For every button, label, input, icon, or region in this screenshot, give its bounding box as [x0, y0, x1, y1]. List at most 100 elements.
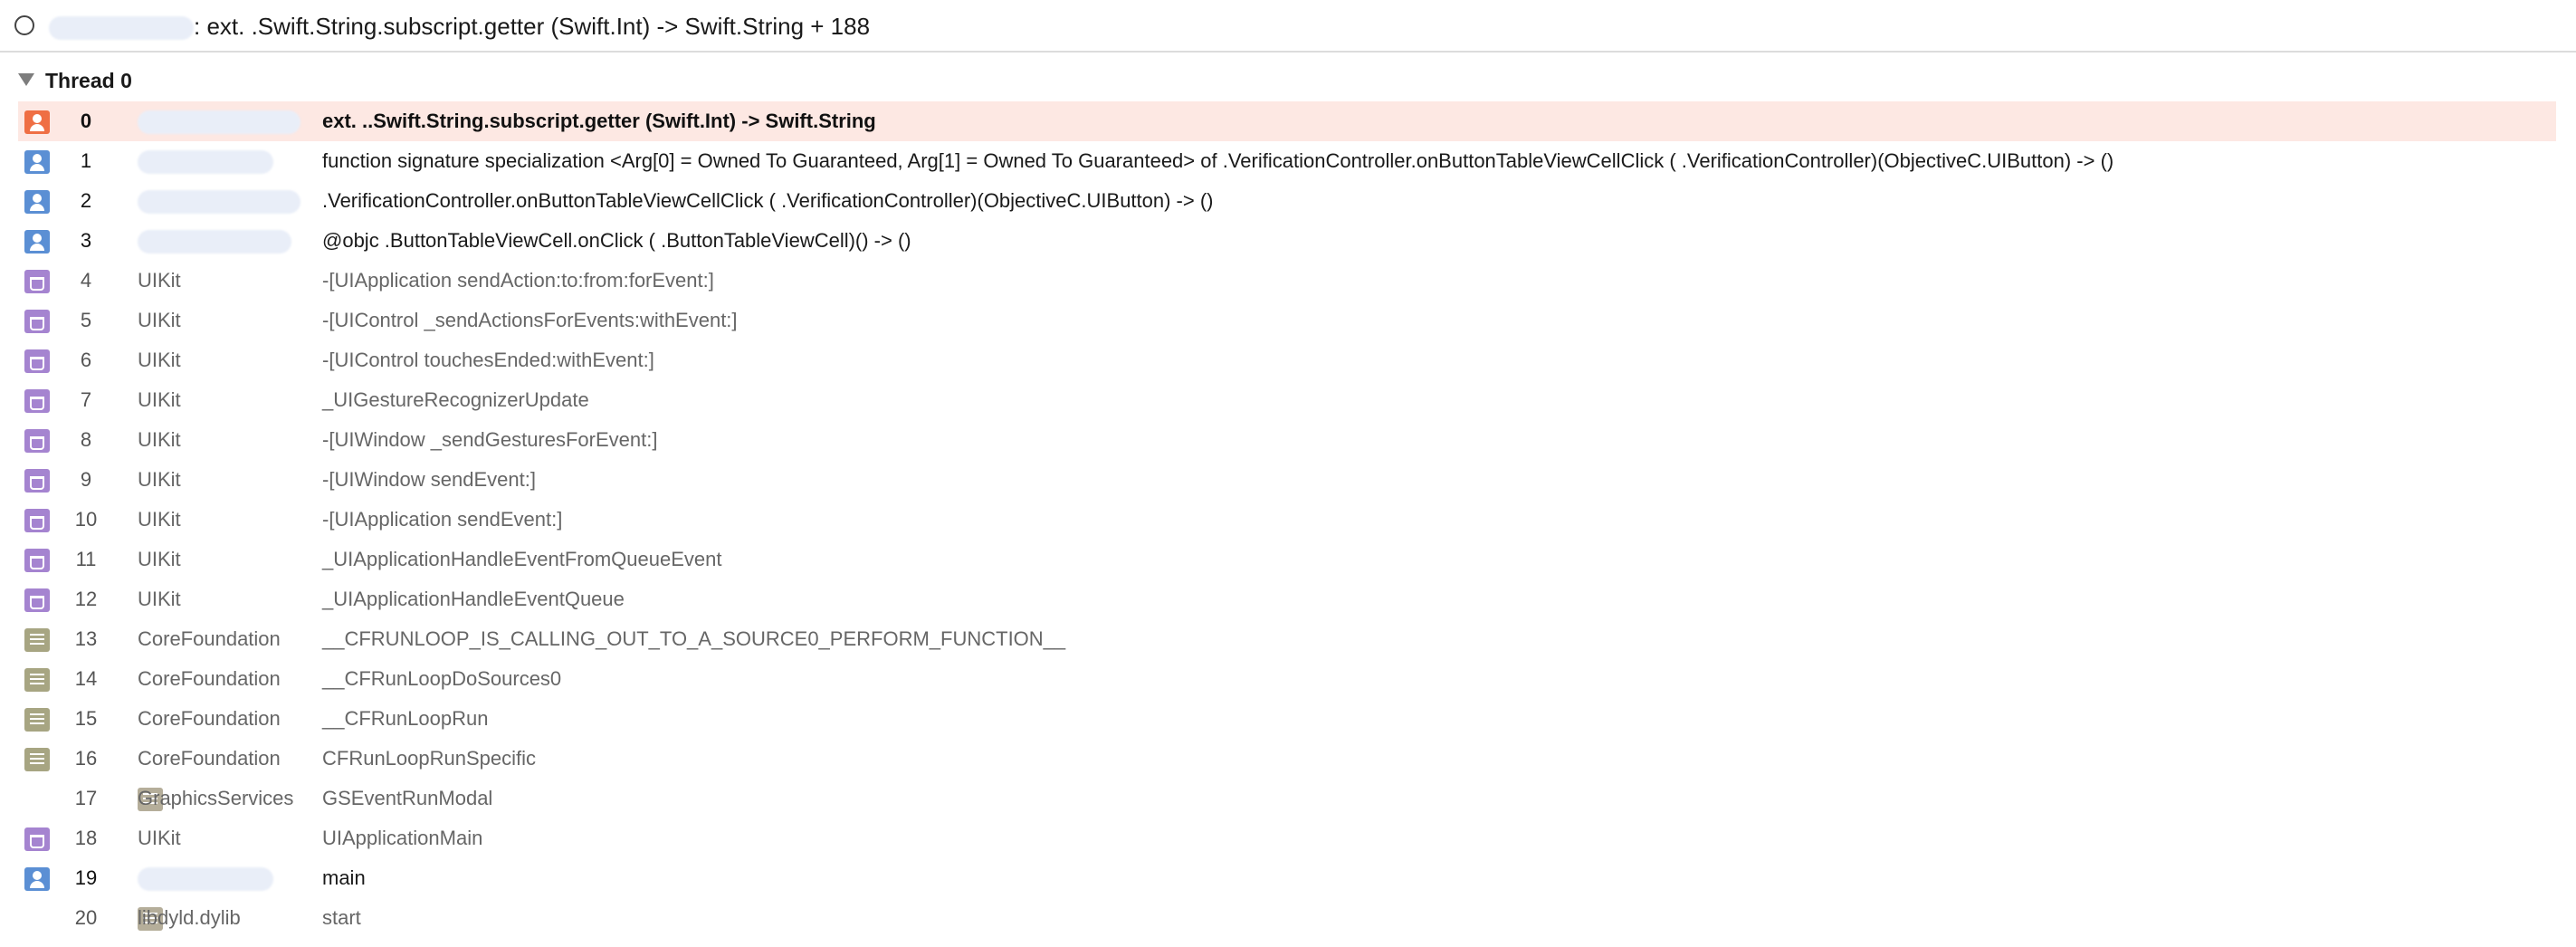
- frame-library: [138, 221, 291, 261]
- stack-frame[interactable]: 19 main: [18, 858, 2556, 898]
- frame-library: libdyld.dylib: [138, 906, 241, 929]
- user-code-icon: [24, 110, 50, 134]
- frame-function: UIApplicationMain: [322, 827, 483, 849]
- stack-frame[interactable]: 1 function signature specialization <Arg[…: [18, 141, 2556, 181]
- user-code-icon: [24, 150, 50, 174]
- frame-function: _UIApplicationHandleEventQueue: [322, 588, 625, 610]
- system-library-icon: [24, 509, 50, 532]
- disclosure-triangle-icon[interactable]: [18, 73, 34, 86]
- stack-frame[interactable]: 9 UIKit -[UIWindow sendEvent:]: [18, 460, 2556, 500]
- frame-library: UIKit: [138, 588, 181, 610]
- redacted-module: [49, 16, 194, 41]
- frame-number: 5: [80, 309, 92, 331]
- radio-icon[interactable]: [14, 15, 34, 35]
- framework-icon: [24, 708, 50, 732]
- stack-frame[interactable]: 6 UIKit -[UIControl touchesEnded:withEvent…: [18, 340, 2556, 380]
- stack-frame[interactable]: 4 UIKit -[UIApplication sendAction:to:from…: [18, 261, 2556, 301]
- crash-header: : ext. .Swift.String.subscript.getter (S…: [0, 0, 2576, 53]
- frame-library: UIKit: [138, 428, 181, 451]
- system-library-icon: [24, 549, 50, 572]
- stack-frame[interactable]: 12 UIKit _UIApplicationHandleEventQueue: [18, 579, 2556, 619]
- frame-function: _UIGestureRecognizerUpdate: [322, 388, 589, 411]
- frame-library: CoreFoundation: [138, 627, 281, 650]
- frame-library: CoreFoundation: [138, 707, 281, 730]
- stack-frame[interactable]: 8 UIKit -[UIWindow _sendGesturesForEvent:]: [18, 420, 2556, 460]
- frame-library: [138, 101, 301, 141]
- thread-header[interactable]: Thread 0: [18, 69, 132, 98]
- frame-function: function signature specialization <Arg[0…: [322, 149, 2114, 172]
- user-code-icon: [24, 230, 50, 253]
- system-library-icon: [24, 270, 50, 293]
- frame-library: [138, 858, 273, 898]
- system-library-icon: [24, 389, 50, 413]
- frame-number: 19: [74, 866, 98, 889]
- frame-library: UIKit: [138, 269, 181, 292]
- system-library-icon: [24, 827, 50, 851]
- stack-frame[interactable]: 14 CoreFoundation __CFRunLoopDoSources0: [18, 659, 2556, 699]
- frame-number: 18: [74, 827, 98, 849]
- stack-frame[interactable]: 15 CoreFoundation __CFRunLoopRun: [18, 699, 2556, 739]
- frame-library: UIKit: [138, 309, 181, 331]
- framework-icon: [24, 628, 50, 652]
- frame-function: _UIApplicationHandleEventFromQueueEvent: [322, 548, 722, 570]
- thread-label: Thread 0: [45, 69, 132, 92]
- frame-number: 16: [74, 747, 98, 770]
- frame-number: 15: [74, 707, 98, 730]
- frame-library: [138, 181, 301, 221]
- framework-icon: [24, 668, 50, 692]
- frame-number: 1: [80, 149, 92, 172]
- frame-number: 0: [80, 110, 92, 132]
- stack-frame-list: 0 ext. ..Swift.String.subscript.getter (S…: [18, 101, 2556, 938]
- stack-frame[interactable]: 16 CoreFoundation CFRunLoopRunSpecific: [18, 739, 2556, 779]
- frame-number: 7: [80, 388, 92, 411]
- frame-number: 2: [80, 189, 92, 212]
- frame-function: @objc .ButtonTableViewCell.onClick ( .Bu…: [322, 229, 911, 252]
- frame-function: -[UIWindow _sendGesturesForEvent:]: [322, 428, 658, 451]
- stack-frame[interactable]: 2 .VerificationController.onButtonTableV…: [18, 181, 2556, 221]
- frame-number: 6: [80, 349, 92, 371]
- frame-library: CoreFoundation: [138, 747, 281, 770]
- frame-function: -[UIControl touchesEnded:withEvent:]: [322, 349, 654, 371]
- frame-number: 10: [74, 508, 98, 531]
- stack-frame[interactable]: 11 UIKit _UIApplicationHandleEventFromQueu…: [18, 540, 2556, 579]
- stack-frame[interactable]: 17 GraphicsServices GSEventRunModal: [18, 779, 2556, 818]
- frame-function: start: [322, 906, 361, 929]
- frame-number: 17: [74, 787, 98, 809]
- frame-function: GSEventRunModal: [322, 787, 493, 809]
- frame-number: 3: [80, 229, 92, 252]
- frame-number: 13: [74, 627, 98, 650]
- stack-frame[interactable]: 7 UIKit _UIGestureRecognizerUpdate: [18, 380, 2556, 420]
- user-code-icon: [24, 867, 50, 891]
- system-library-icon: [24, 349, 50, 373]
- frame-function: __CFRunLoopRun: [322, 707, 489, 730]
- user-code-icon: [24, 190, 50, 214]
- frame-function: __CFRUNLOOP_IS_CALLING_OUT_TO_A_SOURCE0_…: [322, 627, 1066, 650]
- stack-frame[interactable]: 18 UIKit UIApplicationMain: [18, 818, 2556, 858]
- stack-frame[interactable]: 10 UIKit -[UIApplication sendEvent:]: [18, 500, 2556, 540]
- frame-library: UIKit: [138, 827, 181, 849]
- frame-function: -[UIWindow sendEvent:]: [322, 468, 536, 491]
- frame-function: CFRunLoopRunSpecific: [322, 747, 537, 770]
- frame-number: 8: [80, 428, 92, 451]
- frame-number: 4: [80, 269, 92, 292]
- frame-function: __CFRunLoopDoSources0: [322, 667, 562, 690]
- frame-library: UIKit: [138, 508, 181, 531]
- crash-title: : ext. .Swift.String.subscript.getter (S…: [49, 13, 871, 41]
- frame-library: GraphicsServices: [138, 787, 294, 809]
- stack-frame[interactable]: 5 UIKit -[UIControl _sendActionsForEvents:…: [18, 301, 2556, 340]
- frame-function: main: [322, 866, 366, 889]
- frame-function: .VerificationController.onButtonTableVie…: [322, 189, 1214, 212]
- frame-library: UIKit: [138, 468, 181, 491]
- system-library-icon: [24, 310, 50, 333]
- system-library-icon: [24, 469, 50, 493]
- frame-number: 12: [74, 588, 98, 610]
- frame-library: CoreFoundation: [138, 667, 281, 690]
- crash-title-text: : ext. .Swift.String.subscript.getter (S…: [194, 13, 871, 40]
- stack-frame[interactable]: 20 libdyld.dylib start: [18, 898, 2556, 938]
- stack-frame[interactable]: 13 CoreFoundation __CFRUNLOOP_IS_CALLING_O…: [18, 619, 2556, 659]
- stack-frame[interactable]: 0 ext. ..Swift.String.subscript.getter (S…: [18, 101, 2556, 141]
- frame-library: UIKit: [138, 548, 181, 570]
- frame-library: [138, 141, 273, 181]
- stack-frame[interactable]: 3 @objc .ButtonTableViewCell.onClick ( .B…: [18, 221, 2556, 261]
- frame-function: ext. ..Swift.String.subscript.getter (Sw…: [322, 110, 876, 132]
